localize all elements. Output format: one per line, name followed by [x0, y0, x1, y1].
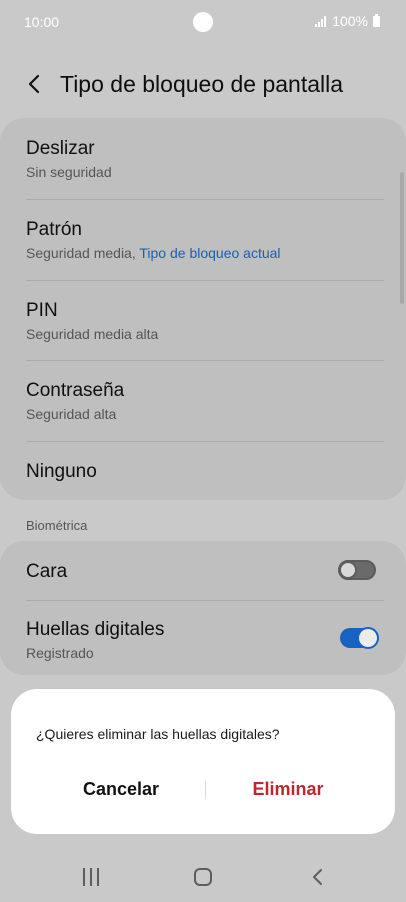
subtitle-text: Seguridad media, — [26, 245, 140, 261]
item-subtitle: Seguridad media, Tipo de bloqueo actual — [26, 245, 281, 261]
current-lock-label: Tipo de bloqueo actual — [139, 245, 281, 261]
battery-icon — [373, 13, 380, 27]
cancel-button[interactable]: Cancelar — [36, 779, 206, 800]
item-subtitle: Registrado — [26, 645, 94, 661]
list-item-patron[interactable]: Patrón Seguridad media, Tipo de bloqueo … — [0, 199, 406, 280]
item-subtitle: Seguridad alta — [26, 406, 117, 422]
navigation-bar — [0, 856, 406, 902]
fingerprint-toggle[interactable] — [340, 627, 379, 649]
item-title: Deslizar — [26, 138, 95, 159]
home-icon[interactable] — [194, 868, 212, 886]
item-title: Huellas digitales — [26, 619, 165, 640]
item-subtitle: Sin seguridad — [26, 164, 112, 180]
face-toggle[interactable] — [338, 560, 376, 580]
item-title: PIN — [26, 300, 58, 321]
item-title: Contraseña — [26, 380, 125, 401]
recents-icon[interactable] — [82, 868, 100, 886]
battery-percent: 100% — [332, 13, 368, 29]
list-item-contrasena[interactable]: Contraseña Seguridad alta — [0, 360, 406, 441]
list-item-ninguno[interactable]: Ninguno — [0, 441, 406, 500]
item-title: Cara — [26, 561, 68, 582]
status-icons: 100% — [315, 13, 380, 29]
delete-button[interactable]: Eliminar — [203, 779, 373, 800]
signal-icon — [315, 15, 327, 27]
item-subtitle: Seguridad media alta — [26, 326, 159, 342]
dialog-message: ¿Quieres eliminar las huellas digitales? — [36, 726, 280, 742]
back-icon[interactable] — [310, 867, 326, 887]
back-button[interactable] — [22, 70, 50, 98]
toggle-knob — [357, 627, 379, 649]
item-title: Patrón — [26, 219, 82, 240]
confirm-dialog: ¿Quieres eliminar las huellas digitales?… — [11, 689, 395, 834]
list-item-deslizar[interactable]: Deslizar Sin seguridad — [0, 118, 406, 199]
status-time: 10:00 — [24, 14, 60, 30]
item-title: Ninguno — [26, 461, 97, 482]
chevron-left-icon — [28, 74, 40, 94]
section-header-biometrics: Biométrica — [26, 518, 88, 533]
scrollbar[interactable] — [400, 172, 404, 304]
list-item-pin[interactable]: PIN Seguridad media alta — [0, 280, 406, 360]
front-camera — [193, 12, 213, 32]
app-header: Tipo de bloqueo de pantalla — [0, 60, 406, 110]
toggle-knob — [339, 561, 357, 579]
lock-type-list: Deslizar Sin seguridad Patrón Seguridad … — [0, 118, 406, 500]
status-bar: 10:00 100% — [0, 0, 406, 44]
page-title: Tipo de bloqueo de pantalla — [60, 71, 344, 97]
